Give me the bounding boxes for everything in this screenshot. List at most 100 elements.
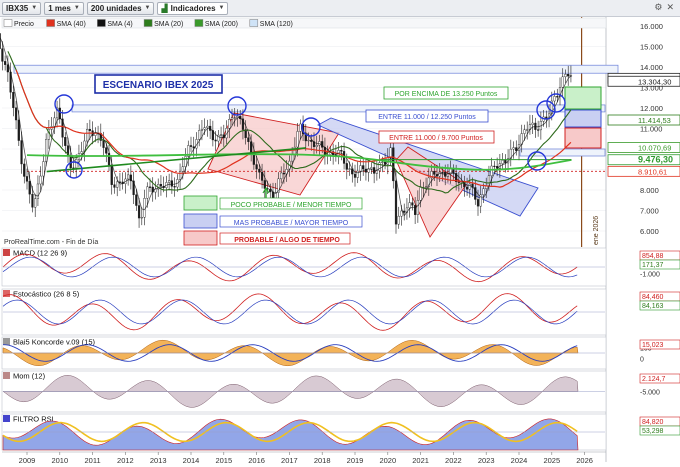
symbol-selector[interactable]: IBX35 ▼ — [2, 1, 42, 15]
candle-body — [31, 193, 34, 208]
candle-body — [36, 183, 40, 199]
indicators-button[interactable]: ▟ Indicadores ▼ — [157, 1, 229, 15]
candle-body — [531, 122, 534, 125]
legend-swatch — [46, 19, 55, 27]
time-axis-label: 2026 — [576, 456, 593, 465]
candle-body — [457, 181, 460, 183]
price-axis-label: 16.000 — [640, 22, 663, 31]
candle-body — [375, 170, 378, 174]
legend-label: SMA (4) — [107, 21, 132, 28]
candle-body — [25, 176, 29, 182]
candle-body — [452, 168, 455, 174]
candle-body — [482, 188, 485, 196]
legend-label: SMA (120) — [260, 21, 293, 28]
highlight-circle — [54, 94, 74, 114]
candle-body — [228, 119, 231, 129]
units-label: 200 unidades — [90, 3, 142, 13]
price-axis-label: 8.000 — [640, 186, 659, 195]
candle-body — [200, 129, 204, 131]
time-axis-label: 2010 — [51, 456, 68, 465]
candle-body — [146, 186, 149, 199]
candle-body — [468, 183, 471, 190]
legend-swatch — [143, 19, 153, 27]
candle-body — [403, 210, 406, 213]
candle-body — [39, 175, 42, 185]
candle-body — [214, 139, 217, 142]
panel-badge-value: 84,460 — [642, 294, 664, 301]
legend-label: SMA (40) — [57, 21, 86, 28]
candle-body — [263, 180, 266, 189]
panel-badge-value: 53,298 — [642, 428, 664, 435]
candle-body — [553, 96, 556, 102]
scenario-label-low: ENTRE 11.000 / 9.700 Puntos — [378, 130, 495, 144]
candle-body — [446, 173, 450, 177]
panel-title: MACD (12 26 9) — [13, 249, 68, 258]
candle-body — [408, 202, 411, 209]
legend-label: SMA (200) — [205, 21, 238, 28]
candle-body — [64, 137, 67, 146]
time-axis: 2009 2010 2011 2012 2013 2014 2015 2016 2017 2018… — [2, 451, 606, 465]
legend-swatch — [249, 19, 259, 27]
price-badge-value: 11.414,53 — [638, 116, 671, 125]
panel-icon — [3, 415, 10, 422]
time-axis-label: 2020 — [379, 456, 396, 465]
candle-body — [389, 147, 392, 158]
candle-body — [247, 137, 250, 142]
candle-body — [219, 134, 223, 136]
price-axis-label: 6.000 — [640, 227, 659, 236]
time-axis-label: 2021 — [412, 456, 429, 465]
legend-swatch — [194, 19, 204, 27]
candle-body — [394, 180, 398, 225]
scenario-mid-text: ENTRE 11.000 / 12.250 Puntos — [378, 114, 476, 121]
candle-body — [370, 167, 373, 170]
period-selector[interactable]: 1 mes ▼ — [44, 1, 84, 15]
time-axis-label: 2011 — [85, 456, 101, 465]
time-axis-label: 2009 — [19, 456, 36, 465]
title-box: ESCENARIO IBEX 2025 — [94, 74, 223, 94]
candle-body — [416, 200, 419, 215]
main-chart[interactable]: MACD (12 26 9)1.000-1.000854,88171,37Est… — [0, 17, 680, 467]
candle-body — [42, 161, 45, 177]
panel-badge-value: 171,37 — [642, 262, 664, 269]
scenario-label-mid: ENTRE 11.000 / 12.250 Puntos — [365, 109, 489, 123]
candle-body — [233, 117, 236, 119]
candle-body — [113, 184, 116, 188]
candle-body — [433, 171, 436, 175]
candle-body — [296, 131, 299, 148]
candle-body — [80, 151, 83, 154]
scenario-title: ESCENARIO IBEX 2025 — [103, 80, 214, 91]
toolbar: IBX35 ▼ 1 mes ▼ 200 unidades ▼ ▟ Indicadores… — [0, 0, 680, 17]
candle-body — [110, 164, 113, 185]
candle-body — [282, 172, 286, 175]
close-icon[interactable]: ✕ — [666, 2, 674, 13]
candle-body — [230, 117, 234, 120]
scenario-label-top: POR ENCIMA DE 13.250 Puntos — [383, 86, 509, 100]
candle-body — [504, 160, 507, 164]
candle-body — [299, 123, 302, 132]
candle-body — [17, 119, 20, 141]
probability-legend: POCO PROBABLE / MENOR TIEMPO MAS PROBABL… — [183, 195, 363, 246]
scenario-top-text: POR ENCIMA DE 13.250 Puntos — [395, 91, 498, 98]
candle-body — [255, 164, 258, 170]
panel-title: Estocástico (26 8 5) — [13, 290, 80, 299]
panel-badge-value: 15,023 — [642, 342, 664, 349]
candle-body — [378, 162, 381, 171]
candle-body — [4, 61, 7, 65]
units-selector[interactable]: 200 unidades ▼ — [86, 1, 155, 15]
price-badge-value: 10.070,69 — [638, 144, 671, 153]
time-axis-label: 2018 — [314, 456, 331, 465]
settings-icon[interactable]: ⚙ — [654, 2, 662, 13]
indicators-icon: ▟ — [161, 3, 168, 13]
panel-badge-value: 84,820 — [642, 419, 664, 426]
candle-body — [116, 181, 119, 188]
candle-body — [441, 172, 444, 174]
candle-body — [397, 215, 400, 225]
candle-body — [359, 165, 362, 172]
band-top — [13, 64, 619, 74]
panel-axis-label: -1.000 — [640, 271, 660, 278]
vertical-date-note: ene 2026 — [593, 216, 600, 245]
candle-body — [307, 139, 310, 142]
time-axis-label: 2024 — [511, 456, 528, 465]
candle-body — [465, 186, 469, 190]
chevron-down-icon: ▼ — [73, 5, 80, 11]
